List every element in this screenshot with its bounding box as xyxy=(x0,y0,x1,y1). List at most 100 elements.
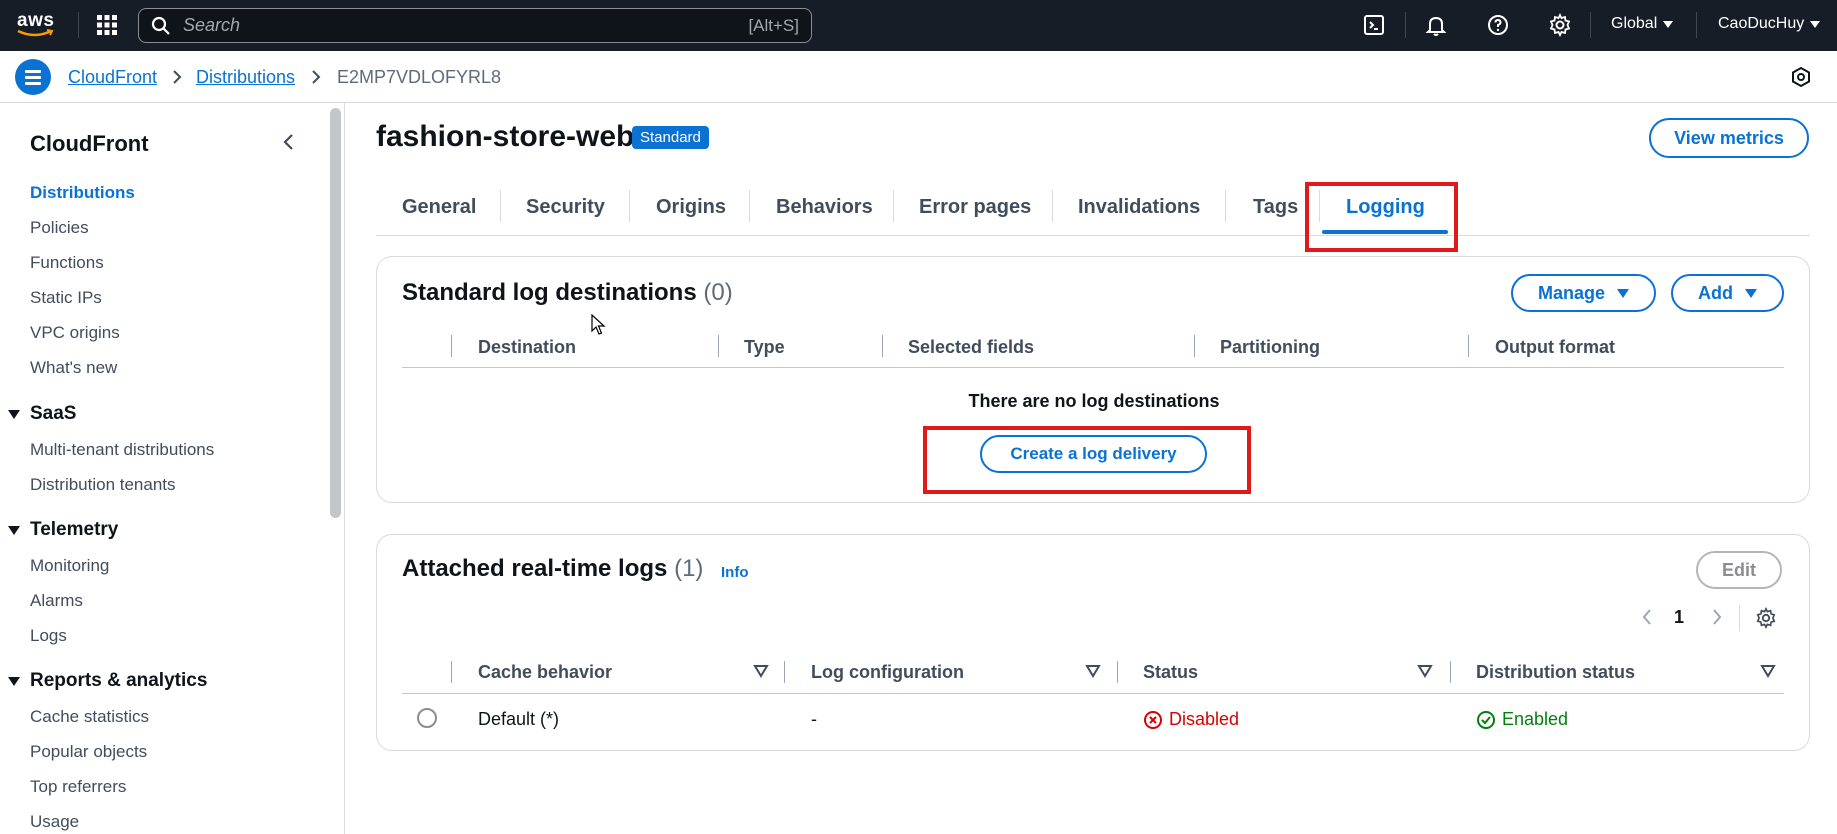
sidebar-item-logs[interactable]: Logs xyxy=(30,626,67,646)
column-divider xyxy=(1194,335,1195,357)
caret-down-icon xyxy=(8,676,20,686)
view-metrics-button[interactable]: View metrics xyxy=(1649,118,1809,158)
sidebar-item-popular-objects[interactable]: Popular objects xyxy=(30,742,147,762)
column-header-destination: Destination xyxy=(478,337,577,357)
tab-error-pages[interactable]: Error pages xyxy=(919,196,1031,219)
sidebar-item-functions[interactable]: Functions xyxy=(30,253,104,273)
column-divider xyxy=(1450,661,1451,683)
tab-security[interactable]: Security xyxy=(526,196,605,219)
breadcrumb-cloudfront[interactable]: CloudFront xyxy=(68,67,157,88)
notifications-bell-icon[interactable] xyxy=(1424,13,1448,37)
page-number[interactable]: 1 xyxy=(1674,607,1684,628)
sidebar-item-distribution-tenants[interactable]: Distribution tenants xyxy=(30,475,176,495)
caret-down-icon xyxy=(1745,288,1757,298)
realtime-logs-panel: Attached real-time logs (1) Info Edit 1 … xyxy=(376,534,1810,751)
sidebar-item-monitoring[interactable]: Monitoring xyxy=(30,556,109,576)
sidebar-title[interactable]: CloudFront xyxy=(30,131,149,157)
sidebar-item-policies[interactable]: Policies xyxy=(30,218,89,238)
status-text: Disabled xyxy=(1169,709,1240,729)
realtime-logs-title: Attached real-time logs xyxy=(402,555,668,582)
tab-invalidations[interactable]: Invalidations xyxy=(1078,196,1200,219)
tab-general[interactable]: General xyxy=(402,196,476,219)
sort-icon[interactable] xyxy=(753,664,769,678)
table-header-divider xyxy=(402,367,1784,368)
tab-divider xyxy=(1225,190,1226,222)
sidebar-item-whats-new[interactable]: What's new xyxy=(30,358,117,378)
column-header-distribution-status[interactable]: Distribution status xyxy=(1476,662,1635,683)
hamburger-icon-line xyxy=(25,76,41,79)
aws-logo[interactable]: aws xyxy=(15,10,59,40)
services-grid-icon[interactable] xyxy=(96,14,118,36)
sidebar-item-cache-statistics[interactable]: Cache statistics xyxy=(30,707,149,727)
standard-logs-count: (0) xyxy=(703,279,733,306)
tab-behaviors[interactable]: Behaviors xyxy=(776,196,873,219)
sidebar-item-distributions[interactable]: Distributions xyxy=(30,183,135,203)
sidebar-scrollbar-thumb[interactable] xyxy=(330,108,341,518)
tab-tags[interactable]: Tags xyxy=(1253,196,1298,219)
region-label: Global xyxy=(1611,15,1658,32)
row-select-radio[interactable] xyxy=(417,708,437,728)
add-button[interactable]: Add xyxy=(1671,274,1784,312)
column-header-log-configuration[interactable]: Log configuration xyxy=(811,662,964,683)
menu-toggle-button[interactable] xyxy=(15,59,51,95)
breadcrumb-current: E2MP7VDLOFYRL8 xyxy=(337,67,502,87)
tab-divider xyxy=(629,190,630,222)
sidebar-item-multi-tenant[interactable]: Multi-tenant distributions xyxy=(30,440,214,460)
feedback-hexagon-icon[interactable] xyxy=(1790,66,1812,88)
search-input[interactable] xyxy=(183,15,723,36)
sidebar-item-alarms[interactable]: Alarms xyxy=(30,591,83,611)
account-menu[interactable]: CaoDucHuy xyxy=(1718,15,1821,33)
empty-state-text: There are no log destinations xyxy=(968,391,1220,411)
column-header-status[interactable]: Status xyxy=(1143,662,1198,683)
cell-log-configuration: - xyxy=(811,709,817,729)
caret-down-icon xyxy=(8,525,20,535)
search-box[interactable]: [Alt+S] xyxy=(138,8,812,43)
search-icon xyxy=(151,16,170,35)
hamburger-icon xyxy=(25,70,41,73)
nav-divider xyxy=(1696,12,1697,38)
pagination-divider xyxy=(1739,605,1740,631)
settings-gear-icon[interactable] xyxy=(1548,13,1572,37)
manage-label: Manage xyxy=(1537,282,1606,303)
aws-smile-icon xyxy=(17,29,54,37)
sidebar-group-label: Reports & analytics xyxy=(30,670,208,691)
sort-icon[interactable] xyxy=(1417,664,1433,678)
sort-icon[interactable] xyxy=(1085,664,1101,678)
collapse-sidebar-icon[interactable] xyxy=(280,133,298,151)
column-divider xyxy=(784,661,785,683)
manage-button[interactable]: Manage xyxy=(1511,274,1656,312)
sidebar-group-label: Telemetry xyxy=(30,519,119,540)
page-title: fashion-store-web xyxy=(376,120,635,153)
top-navigation: aws [Alt+S] xyxy=(0,0,1837,51)
breadcrumb-distributions[interactable]: Distributions xyxy=(196,67,295,88)
breadcrumb-bar: CloudFront Distributions E2MP7VDLOFYRL8 xyxy=(0,51,1837,103)
previous-page-icon[interactable] xyxy=(1640,607,1654,627)
column-header-selected-fields: Selected fields xyxy=(908,337,1035,357)
sidebar-group-label: SaaS xyxy=(30,403,77,424)
preferences-gear-icon[interactable] xyxy=(1755,607,1777,629)
caret-down-icon xyxy=(1617,288,1630,298)
sidebar-group-reports[interactable]: Reports & analytics xyxy=(8,670,207,692)
highlight-box-logging-tab xyxy=(1305,182,1458,252)
sort-icon[interactable] xyxy=(1760,664,1776,678)
cloudshell-icon[interactable] xyxy=(1362,13,1386,37)
sidebar-item-static-ips[interactable]: Static IPs xyxy=(30,288,102,308)
sidebar-item-vpc-origins[interactable]: VPC origins xyxy=(30,323,120,343)
sidebar-item-top-referrers[interactable]: Top referrers xyxy=(30,777,126,797)
info-link[interactable]: Info xyxy=(721,564,749,581)
sidebar-group-saas[interactable]: SaaS xyxy=(8,403,76,425)
view-metrics-label: View metrics xyxy=(1674,127,1784,148)
help-icon[interactable] xyxy=(1486,13,1510,37)
column-divider xyxy=(718,335,719,357)
region-selector[interactable]: Global xyxy=(1611,15,1674,33)
next-page-icon[interactable] xyxy=(1710,607,1724,627)
sidebar-group-telemetry[interactable]: Telemetry xyxy=(8,519,118,541)
standard-logs-heading: Standard log destinations (0) xyxy=(402,279,733,307)
table-header-divider xyxy=(402,693,1784,694)
realtime-logs-count: (1) xyxy=(674,555,704,582)
column-header-cache-behavior[interactable]: Cache behavior xyxy=(478,662,612,683)
sidebar-item-usage[interactable]: Usage xyxy=(30,812,79,832)
edit-button[interactable]: Edit xyxy=(1696,551,1782,589)
column-divider xyxy=(1117,661,1118,683)
tab-origins[interactable]: Origins xyxy=(656,196,726,219)
